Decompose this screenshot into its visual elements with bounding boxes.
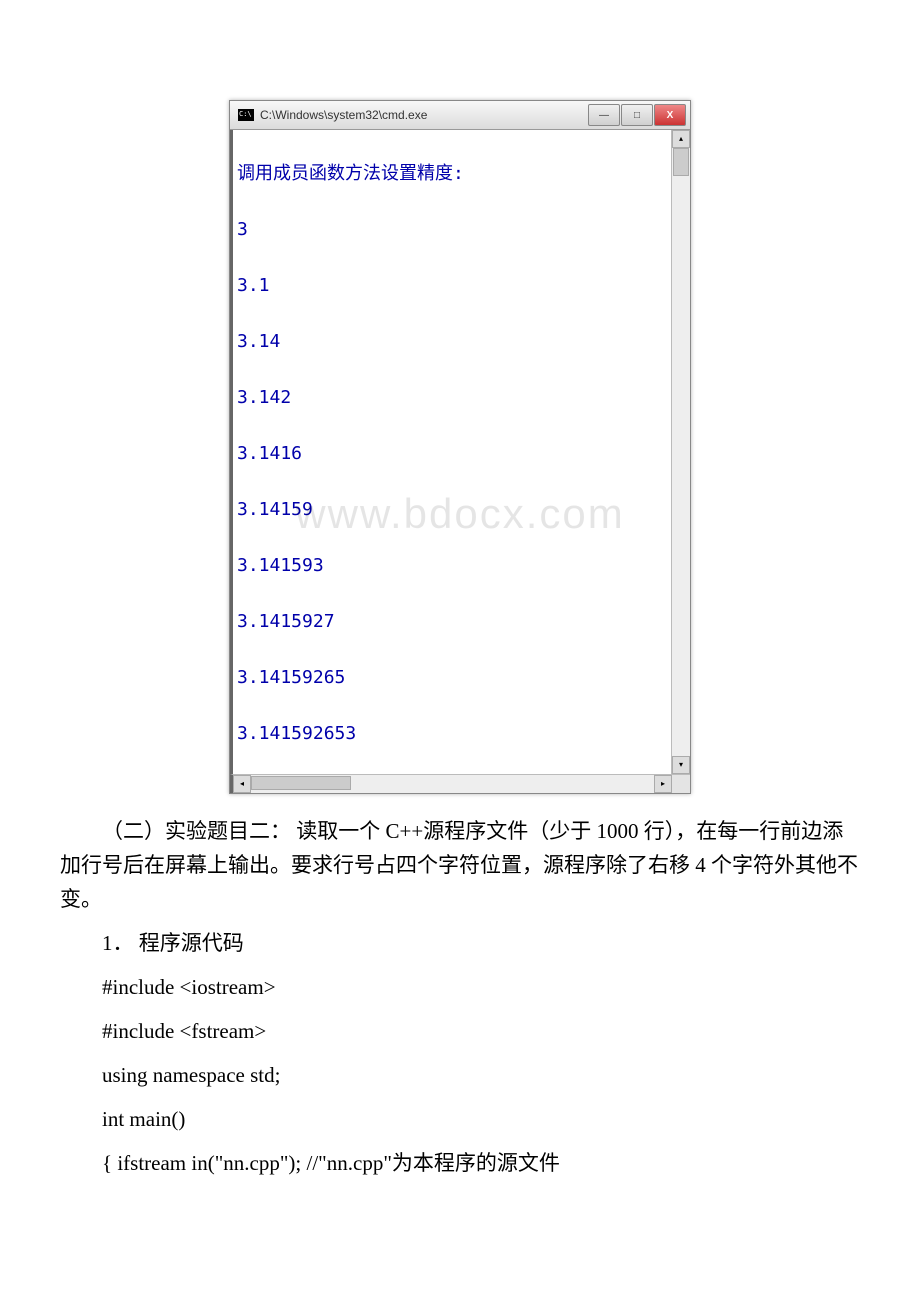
scroll-track[interactable] — [251, 775, 654, 793]
console-window: C:\Windows\system32\cmd.exe — □ X 调用成员函数… — [229, 100, 691, 794]
vertical-scrollbar[interactable]: ▴ ▾ — [671, 130, 690, 774]
console-line: 调用成员函数方法设置精度: — [237, 160, 667, 188]
paragraph: （二）实验题目二： 读取一个 C++源程序文件（少于 1000 行），在每一行前… — [60, 814, 860, 916]
scroll-corner — [672, 775, 690, 793]
console-line: 3.14159 — [237, 496, 667, 524]
code-line: { ifstream in("nn.cpp"); //"nn.cpp"为本程序的… — [60, 1146, 860, 1180]
console-line: 3.141593 — [237, 552, 667, 580]
console-output: 调用成员函数方法设置精度: 3 3.1 3.14 3.142 3.1416 3.… — [230, 130, 671, 774]
horizontal-scrollbar[interactable]: ◂ ▸ — [230, 774, 690, 793]
document-text: （二）实验题目二： 读取一个 C++源程序文件（少于 1000 行），在每一行前… — [60, 814, 860, 1180]
minimize-button[interactable]: — — [588, 104, 620, 126]
scroll-left-icon[interactable]: ◂ — [233, 775, 251, 793]
console-line: 3.1415927 — [237, 608, 667, 636]
window-title: C:\Windows\system32\cmd.exe — [260, 108, 587, 122]
window-titlebar[interactable]: C:\Windows\system32\cmd.exe — □ X — [230, 101, 690, 130]
console-line: 3.141592653 — [237, 720, 667, 748]
paragraph: 1． 程序源代码 — [60, 926, 860, 960]
document-page: C:\Windows\system32\cmd.exe — □ X 调用成员函数… — [0, 0, 920, 1250]
code-line: #include <iostream> — [60, 970, 860, 1004]
scroll-thumb[interactable] — [251, 776, 351, 790]
console-line: 3.142 — [237, 384, 667, 412]
scroll-right-icon[interactable]: ▸ — [654, 775, 672, 793]
code-line: using namespace std; — [60, 1058, 860, 1092]
console-line: 3.1416 — [237, 440, 667, 468]
console-line: 3.1 — [237, 272, 667, 300]
window-buttons: — □ X — [587, 104, 686, 126]
scroll-thumb[interactable] — [673, 148, 689, 176]
code-line: int main() — [60, 1102, 860, 1136]
maximize-button[interactable]: □ — [621, 104, 653, 126]
console-body: 调用成员函数方法设置精度: 3 3.1 3.14 3.142 3.1416 3.… — [230, 130, 690, 774]
scroll-down-icon[interactable]: ▾ — [672, 756, 690, 774]
scroll-up-icon[interactable]: ▴ — [672, 130, 690, 148]
cmd-icon — [238, 109, 254, 121]
close-button[interactable]: X — [654, 104, 686, 126]
console-line: 3.14 — [237, 328, 667, 356]
code-line: #include <fstream> — [60, 1014, 860, 1048]
console-line: 3 — [237, 216, 667, 244]
console-line: 3.14159265 — [237, 664, 667, 692]
